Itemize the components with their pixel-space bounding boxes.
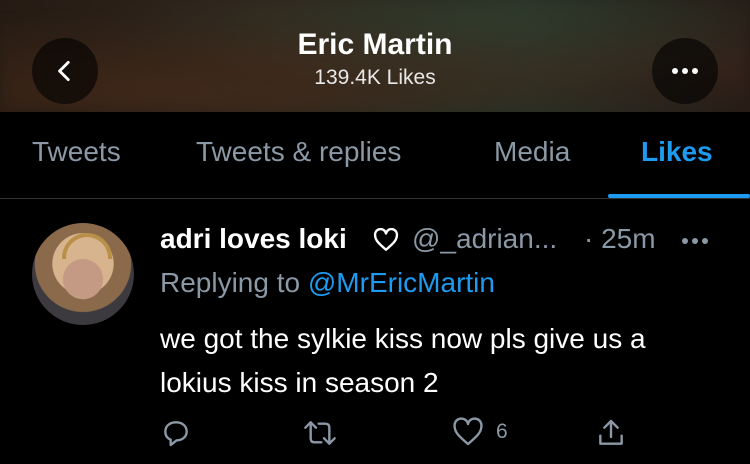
tweet-time[interactable]: · 25m	[584, 223, 656, 255]
more-button[interactable]	[652, 38, 718, 104]
retweet-button[interactable]	[302, 417, 338, 449]
likes-count: 139.4K Likes	[314, 66, 436, 89]
tab-tweets-replies[interactable]: Tweets & replies	[196, 136, 401, 168]
active-tab-indicator	[608, 194, 750, 198]
avatar[interactable]	[32, 223, 134, 325]
tab-media[interactable]: Media	[494, 136, 570, 168]
author-name[interactable]: adri loves loki	[160, 223, 347, 255]
tab-likes[interactable]: Likes	[641, 136, 713, 168]
share-icon	[599, 419, 623, 445]
replying-to: Replying to @MrEricMartin	[160, 267, 495, 299]
replying-prefix: Replying to	[160, 267, 301, 298]
tweet-more-icon[interactable]	[680, 237, 710, 245]
retweet-icon	[304, 421, 336, 445]
reply-button[interactable]	[160, 417, 192, 449]
like-count: 6	[496, 420, 508, 443]
heart-outline-icon	[373, 228, 399, 251]
tab-tweets[interactable]: Tweets	[32, 136, 121, 168]
tweet[interactable]: adri loves loki @_adrian... · 25m Replyi…	[0, 199, 750, 464]
more-horizontal-icon	[672, 68, 698, 74]
tweet-text: we got the sylkie kiss now pls give us a…	[160, 323, 646, 398]
share-button[interactable]	[595, 417, 627, 449]
profile-tabs: Tweets Tweets & replies Media Likes	[0, 112, 750, 199]
profile-name: Eric Martin	[297, 28, 453, 61]
reply-icon	[164, 421, 188, 447]
author-handle[interactable]: @_adrian...	[412, 223, 557, 255]
profile-header: Eric Martin 139.4K Likes	[0, 0, 750, 112]
like-button[interactable]: 6	[452, 417, 508, 447]
replying-mention-link[interactable]: @MrEricMartin	[308, 267, 495, 298]
heart-outline-icon	[453, 417, 483, 446]
